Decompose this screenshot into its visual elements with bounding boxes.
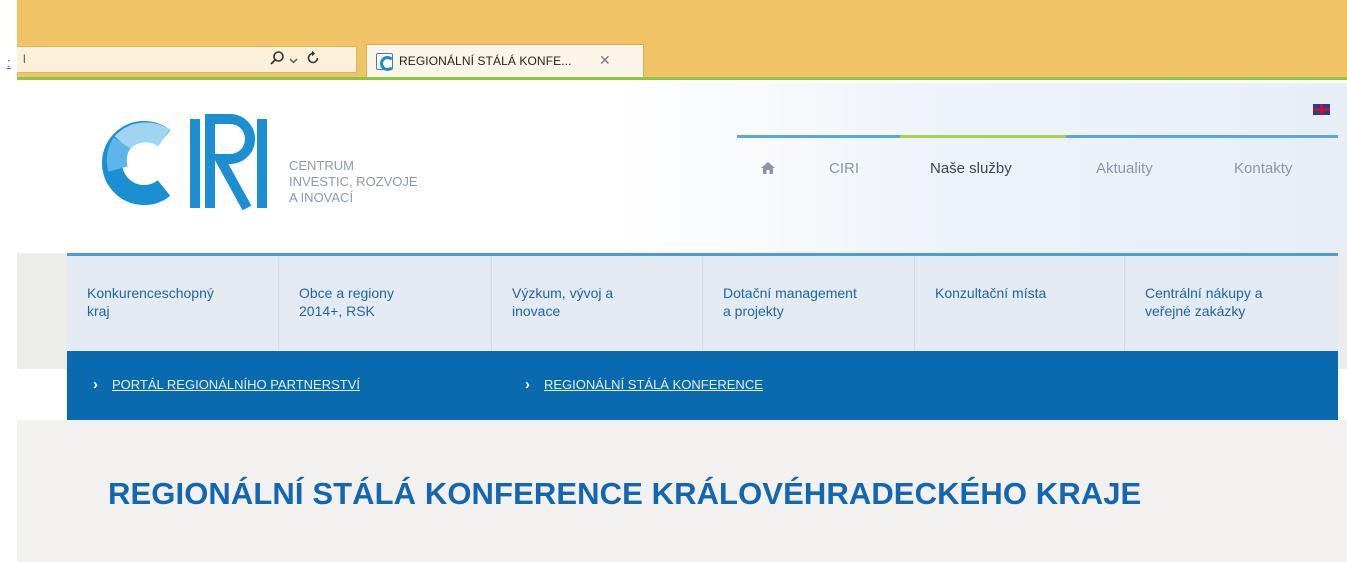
- nav-item-nase-sluzby[interactable]: Naše služby: [930, 160, 1012, 177]
- service-konzultacni-mista[interactable]: Konzultační místa: [915, 256, 1125, 350]
- logo-subtitle-line: A INOVACÍ: [289, 190, 354, 205]
- service-vyzkum-vyvoj[interactable]: Výzkum, vývoj a inovace: [492, 256, 703, 350]
- chevron-down-icon[interactable]: [289, 52, 298, 69]
- site-header: CENTRUM INVESTIC, ROZVOJE A INOVACÍ CIRI…: [17, 83, 1347, 253]
- page-title: REGIONÁLNÍ STÁLÁ KONFERENCE KRÁLOVÉHRADE…: [108, 476, 1142, 511]
- uk-flag-icon[interactable]: [1313, 104, 1330, 115]
- left-edge-strip: [0, 0, 17, 562]
- breadcrumb-link[interactable]: REGIONÁLNÍ STÁLÁ KONFERENCE: [544, 377, 763, 392]
- main-content: REGIONÁLNÍ STÁLÁ KONFERENCE KRÁLOVÉHRADE…: [17, 420, 1347, 562]
- logo-subtitle: CENTRUM INVESTIC, ROZVOJE A INOVACÍ: [289, 158, 418, 206]
- breadcrumb-link[interactable]: PORTÁL REGIONÁLNÍHO PARTNERSTVÍ: [112, 377, 360, 392]
- nav-divider: [737, 135, 900, 138]
- close-icon[interactable]: ✕: [599, 52, 611, 69]
- chevron-right-icon: ›: [525, 376, 530, 393]
- address-bar[interactable]: l: [17, 46, 357, 73]
- stray-link[interactable]: :: [7, 55, 11, 70]
- chevron-right-icon: ›: [93, 376, 98, 393]
- services-menu: Konkurenceschopný kraj Obce a regiony 20…: [67, 253, 1338, 350]
- background-band: [17, 253, 67, 369]
- service-label: Obce a regiony 2014+, RSK: [299, 285, 394, 319]
- tab-title: REGIONÁLNÍ STÁLÁ KONFE...: [399, 54, 572, 68]
- service-label: Výzkum, vývoj a inovace: [512, 285, 614, 319]
- service-dotacni-management[interactable]: Dotační management a projekty: [703, 256, 915, 350]
- logo-c-mark: [102, 121, 171, 205]
- nav-divider-active: [900, 135, 1066, 138]
- breadcrumb-item-konference[interactable]: › REGIONÁLNÍ STÁLÁ KONFERENCE: [525, 376, 763, 393]
- service-label: Dotační management a projekty: [723, 285, 857, 319]
- refresh-icon[interactable]: [305, 50, 321, 70]
- nav-divider: [1066, 135, 1338, 138]
- logo-subtitle-line: INVESTIC, ROZVOJE: [289, 174, 418, 189]
- nav-item-kontakty[interactable]: Kontakty: [1234, 160, 1292, 177]
- service-obce-a-regiony[interactable]: Obce a regiony 2014+, RSK: [279, 256, 492, 350]
- address-text: l: [23, 52, 26, 66]
- service-label: Konzultační místa: [935, 285, 1047, 301]
- breadcrumb: › PORTÁL REGIONÁLNÍHO PARTNERSTVÍ › REGI…: [67, 350, 1338, 420]
- browser-tab[interactable]: REGIONÁLNÍ STÁLÁ KONFE... ✕: [366, 44, 644, 77]
- nav-item-aktuality[interactable]: Aktuality: [1096, 160, 1153, 177]
- breadcrumb-item-portal[interactable]: › PORTÁL REGIONÁLNÍHO PARTNERSTVÍ: [93, 376, 360, 393]
- background-band: [1338, 253, 1347, 369]
- home-icon[interactable]: [761, 161, 775, 174]
- browser-toolbar: l REGIONÁLNÍ STÁLÁ KONFE... ✕: [17, 0, 1347, 80]
- service-centralni-nakupy[interactable]: Centrální nákupy a veřejné zakázky: [1125, 256, 1338, 350]
- site-favicon-icon: [376, 53, 395, 71]
- service-konkurenceschopny-kraj[interactable]: Konkurenceschopný kraj: [67, 256, 279, 350]
- service-label: Centrální nákupy a veřejné zakázky: [1145, 285, 1263, 319]
- search-icon[interactable]: [269, 50, 285, 70]
- service-label: Konkurenceschopný kraj: [87, 285, 214, 319]
- nav-item-ciri[interactable]: CIRI: [829, 160, 859, 177]
- ciri-logo[interactable]: [102, 113, 277, 213]
- logo-subtitle-line: CENTRUM: [289, 158, 354, 173]
